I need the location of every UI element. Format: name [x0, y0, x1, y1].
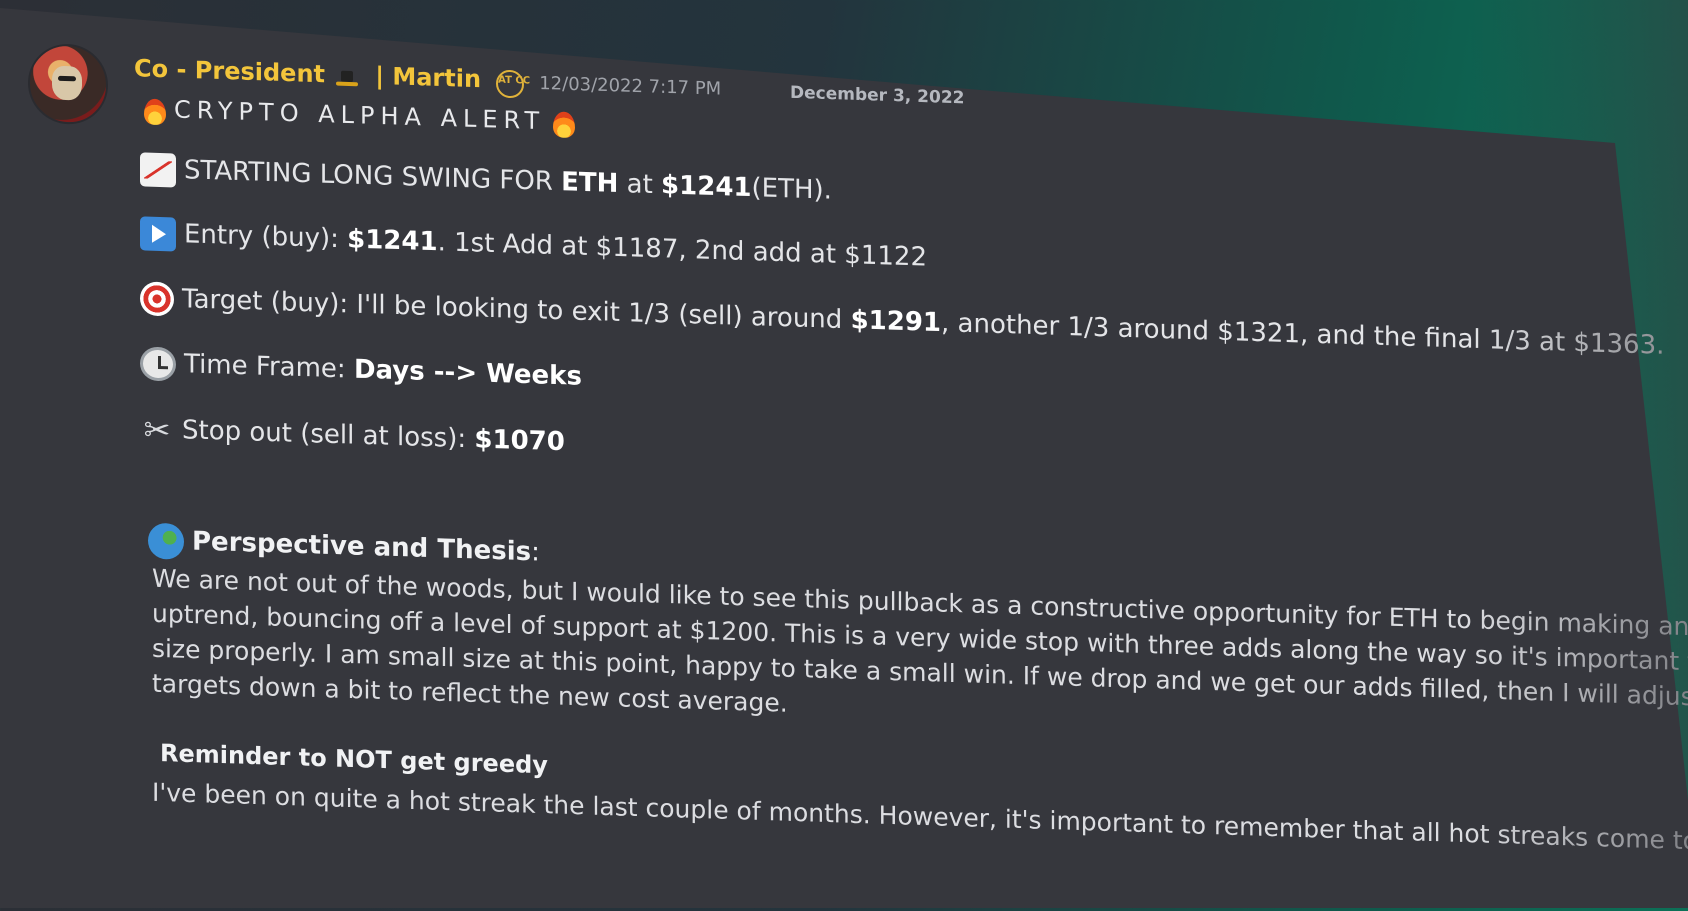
top-hat-icon [336, 70, 358, 87]
avatar-sunglasses [58, 75, 76, 82]
avatar-face [52, 65, 82, 101]
direct-hit-target-icon [140, 281, 174, 317]
author-name[interactable]: Co - President [134, 54, 325, 88]
author-name-suffix[interactable]: | Martin [375, 62, 481, 93]
fire-icon [551, 107, 577, 138]
scissors-icon: ✂ [143, 410, 171, 450]
line-bold: Days --> Weeks [353, 354, 582, 392]
line-bold: $1070 [474, 424, 565, 458]
trade-line-target: Target (buy): I'll be looking to exit 1/… [140, 281, 1664, 363]
chart-increasing-icon [140, 152, 176, 188]
thesis-heading-text: Perspective and Thesis [192, 526, 532, 568]
trade-line-timeframe: Time Frame: Days --> Weeks [140, 346, 582, 394]
line-text: at [618, 168, 662, 201]
role-badge-icon[interactable]: AT CC [496, 69, 530, 98]
avatar[interactable] [28, 42, 108, 126]
line-text: STARTING LONG SWING FOR [184, 155, 562, 198]
chat-message: Co - President | Martin AT CC 12/03/2022… [0, 0, 1688, 909]
fire-icon [142, 94, 168, 125]
line-text: . 1st Add at $1187, 2nd add at $1122 [437, 227, 927, 273]
date-separator: December 3, 2022 [790, 82, 965, 109]
line-bold: ETH [561, 167, 619, 199]
line-text: Time Frame: [184, 349, 354, 385]
timer-clock-icon [140, 346, 176, 382]
line-text: (ETH). [751, 173, 832, 206]
trade-line-direction: STARTING LONG SWING FOR ETH at $1241(ETH… [140, 152, 832, 208]
message-timestamp[interactable]: 12/03/2022 7:17 PM [539, 73, 721, 100]
edge-fade [1468, 0, 1688, 856]
line-text: Entry (buy): [184, 219, 348, 255]
line-bold: $1241 [347, 224, 438, 258]
reminder-paragraph: I've been on quite a hot streak the last… [152, 775, 1688, 857]
line-text: Stop out (sell at loss): [182, 415, 475, 455]
globe-icon [148, 522, 184, 560]
trade-line-stop: ✂ Stop out (sell at loss): $1070 [140, 410, 565, 459]
thesis-colon: : [531, 537, 540, 568]
alert-title: CRYPTO ALPHA ALERT [136, 94, 583, 138]
play-button-icon [140, 216, 176, 252]
line-bold: $1241 [661, 170, 752, 204]
thesis-paragraph: We are not out of the woods, but I would… [152, 561, 1688, 746]
line-bold: $1291 [850, 305, 942, 339]
reminder-heading: Reminder to NOT get greedy [160, 739, 548, 780]
alert-title-text: CRYPTO ALPHA ALERT [174, 95, 546, 136]
line-text: Target (buy): I'll be looking to exit 1/… [182, 284, 851, 336]
trade-line-entry: Entry (buy): $1241. 1st Add at $1187, 2n… [140, 216, 927, 275]
reminder-line: I've been on quite a hot streak the last… [152, 777, 1688, 857]
